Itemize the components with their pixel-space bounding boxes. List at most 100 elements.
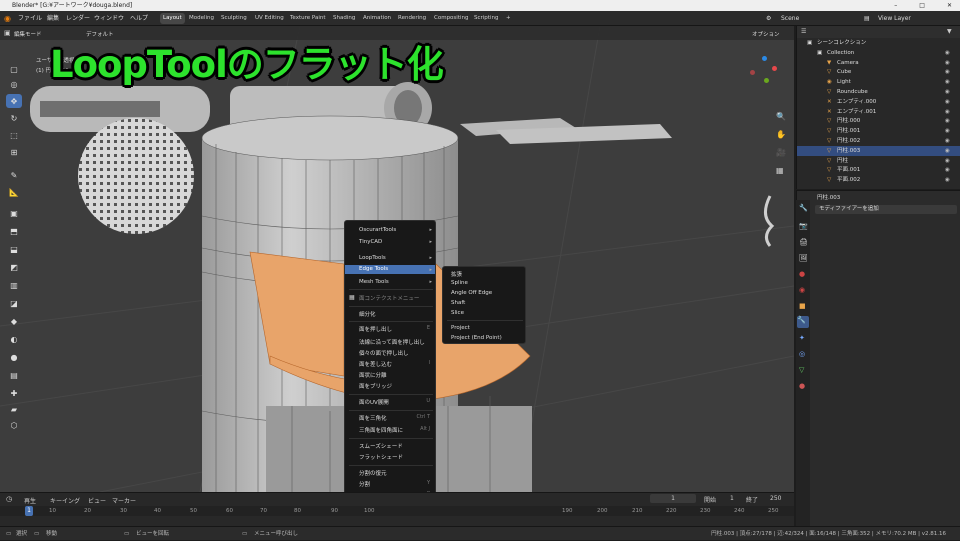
tab-shading[interactable]: Shading bbox=[330, 13, 358, 24]
output-tab-icon[interactable]: 🖨 bbox=[799, 238, 808, 246]
submenu-item[interactable]: Angle Off Edge bbox=[451, 290, 492, 296]
submenu-item[interactable]: Shaft bbox=[451, 300, 465, 306]
tool-tab-icon[interactable]: 🔧 bbox=[799, 204, 808, 212]
particles-tab-icon[interactable]: ✦ bbox=[799, 334, 805, 342]
transform-tool-icon[interactable]: ⊞ bbox=[6, 145, 22, 159]
visibility-eye-icon[interactable]: ◉ bbox=[945, 146, 950, 156]
outliner-row[interactable]: ▽ 円柱.000 ◉ bbox=[797, 116, 960, 126]
visibility-eye-icon[interactable]: ◉ bbox=[945, 165, 950, 175]
timeline-menu-keying[interactable]: キーイング bbox=[50, 496, 80, 505]
tab-compositing[interactable]: Compositing bbox=[431, 13, 471, 24]
menu-edit[interactable]: 編集 bbox=[47, 11, 59, 26]
outliner-row[interactable]: ▽ 円柱 ◉ bbox=[797, 156, 960, 166]
submenu-item[interactable]: Slice bbox=[451, 310, 464, 316]
bevel-tool-icon[interactable]: ◩ bbox=[6, 260, 22, 274]
view-layer-icon[interactable]: ▤ bbox=[864, 11, 870, 26]
context-menu-item[interactable]: 面のUV展開 bbox=[359, 398, 389, 406]
visibility-eye-icon[interactable]: ◉ bbox=[945, 116, 950, 126]
tab-scripting[interactable]: Scripting bbox=[471, 13, 501, 24]
scene-icon[interactable]: ⚙ bbox=[766, 11, 771, 26]
menu-render[interactable]: レンダー bbox=[66, 11, 90, 26]
loopcut-tool-icon[interactable]: ▥ bbox=[6, 278, 22, 292]
context-menu-item[interactable]: 個々の面で押し出し bbox=[359, 349, 409, 357]
menu-help[interactable]: ヘルプ bbox=[130, 11, 148, 26]
playhead[interactable]: 1 bbox=[25, 506, 33, 516]
annotate-tool-icon[interactable]: ✎ bbox=[6, 168, 22, 182]
data-tab-icon[interactable]: ▽ bbox=[799, 366, 804, 374]
smooth-tool-icon[interactable]: ● bbox=[6, 350, 22, 364]
visibility-eye-icon[interactable]: ◉ bbox=[945, 97, 950, 107]
world-tab-icon[interactable]: ◉ bbox=[799, 286, 805, 294]
spin-tool-icon[interactable]: ◐ bbox=[6, 332, 22, 346]
outliner-type-icon[interactable]: ☰ bbox=[801, 28, 806, 35]
context-menu-item[interactable]: Edge Tools bbox=[345, 265, 435, 274]
context-menu-item[interactable]: 分割 bbox=[359, 480, 370, 488]
context-menu-item[interactable]: スムーズシェード bbox=[359, 442, 403, 450]
end-frame-field[interactable]: 250 bbox=[770, 495, 781, 502]
rip-tool-icon[interactable]: ⬡ bbox=[6, 418, 22, 432]
render-tab-icon[interactable]: 📷 bbox=[799, 222, 808, 230]
outliner-row[interactable]: ▽ 円柱.001 ◉ bbox=[797, 126, 960, 136]
menu-window[interactable]: ウィンドウ bbox=[94, 11, 124, 26]
material-tab-icon[interactable]: ● bbox=[799, 382, 805, 390]
view-layer-tab-icon[interactable]: 🖼 bbox=[799, 254, 808, 262]
measure-tool-icon[interactable]: 📐 bbox=[6, 185, 22, 199]
context-menu-item[interactable]: 法線に沿って面を押し出し bbox=[359, 338, 425, 346]
modifier-tab-icon[interactable]: 🔧 bbox=[797, 316, 809, 328]
tab-animation[interactable]: Animation bbox=[360, 13, 394, 24]
outliner-row[interactable]: ▣ Collection ◉ bbox=[797, 48, 960, 58]
context-menu-item[interactable]: 三角面を四角面に bbox=[359, 426, 403, 434]
physics-tab-icon[interactable]: ◎ bbox=[799, 350, 805, 358]
perspective-icon[interactable]: ▦ bbox=[776, 166, 784, 175]
context-menu-item[interactable]: 分割の復元 bbox=[359, 469, 387, 477]
outliner-row[interactable]: ▽ 円柱.003 ◉ bbox=[797, 145, 960, 156]
visibility-eye-icon[interactable]: ◉ bbox=[945, 175, 950, 185]
visibility-eye-icon[interactable]: ◉ bbox=[945, 87, 950, 97]
menu-file[interactable]: ファイル bbox=[18, 11, 42, 26]
outliner-row[interactable]: ▽ Roundcube ◉ bbox=[797, 87, 960, 97]
context-menu-item[interactable]: フラットシェード bbox=[359, 453, 403, 461]
context-menu-item[interactable]: Mesh Tools bbox=[359, 279, 389, 285]
pan-hand-icon[interactable]: ✋ bbox=[776, 130, 786, 139]
rotate-tool-icon[interactable]: ↻ bbox=[6, 111, 22, 125]
context-menu-item[interactable]: LoopTools bbox=[359, 255, 386, 261]
tab-layout[interactable]: Layout bbox=[160, 13, 185, 24]
inset-tool-icon[interactable]: ⬓ bbox=[6, 242, 22, 256]
visibility-eye-icon[interactable]: ◉ bbox=[945, 126, 950, 136]
timeline-editor-icon[interactable]: ◷ bbox=[6, 495, 12, 503]
context-menu-item[interactable]: 面を押し出し bbox=[359, 325, 392, 333]
context-menu-item[interactable]: 面をブリッジ bbox=[359, 382, 392, 390]
tab-rendering[interactable]: Rendering bbox=[395, 13, 429, 24]
timeline-menu-view[interactable]: ビュー bbox=[88, 496, 106, 505]
close-icon[interactable]: ✕ bbox=[947, 0, 952, 11]
submenu-item[interactable]: Project bbox=[451, 325, 470, 331]
mode-select[interactable]: 編集モード bbox=[14, 30, 42, 38]
visibility-eye-icon[interactable]: ◉ bbox=[945, 48, 950, 58]
timeline-menu-marker[interactable]: マーカー bbox=[112, 496, 136, 505]
scale-tool-icon[interactable]: ⬚ bbox=[6, 128, 22, 142]
blender-logo-icon[interactable]: ◉ bbox=[4, 11, 11, 26]
object-tab-icon[interactable]: ■ bbox=[799, 302, 806, 310]
outliner-row[interactable]: ▽ 円柱.002 ◉ bbox=[797, 136, 960, 146]
start-frame-field[interactable]: 1 bbox=[730, 495, 734, 502]
tab-texture-paint[interactable]: Texture Paint bbox=[287, 13, 329, 24]
select-tool-icon[interactable]: ▢ bbox=[6, 62, 22, 76]
scene-tab-icon[interactable]: ● bbox=[799, 270, 805, 278]
visibility-eye-icon[interactable]: ◉ bbox=[945, 77, 950, 87]
outliner-row[interactable]: ✕ エンプティ.000 ◉ bbox=[797, 97, 960, 107]
context-menu-item[interactable]: OscurartTools bbox=[359, 227, 396, 233]
timeline-menu-play[interactable]: 再生 bbox=[24, 496, 36, 505]
polybuild-tool-icon[interactable]: ◆ bbox=[6, 314, 22, 328]
outliner-row[interactable]: ▼ Camera ◉ bbox=[797, 58, 960, 68]
maximize-icon[interactable]: □ bbox=[919, 0, 925, 11]
visibility-eye-icon[interactable]: ◉ bbox=[945, 67, 950, 77]
filter-icon[interactable]: ▼ bbox=[947, 28, 952, 35]
outliner-row[interactable]: ✕ エンプティ.001 ◉ bbox=[797, 107, 960, 117]
edge-slide-tool-icon[interactable]: ▤ bbox=[6, 368, 22, 382]
context-menu-item[interactable]: TinyCAD bbox=[359, 239, 382, 245]
editor-type-icon[interactable]: ▣ bbox=[4, 29, 11, 37]
add-modifier-button[interactable]: モディファイアーを追加 bbox=[815, 205, 957, 214]
shear-tool-icon[interactable]: ▰ bbox=[6, 402, 22, 416]
move-tool-icon[interactable]: ✥ bbox=[6, 94, 22, 108]
submenu-item[interactable]: 拡張 bbox=[451, 270, 462, 278]
